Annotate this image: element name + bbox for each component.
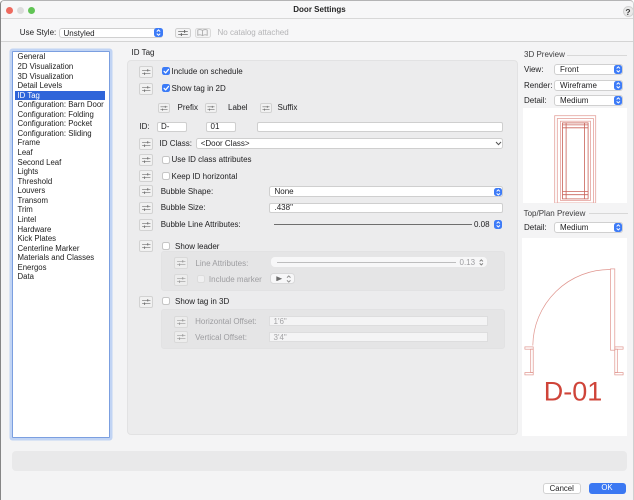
svg-text:D-01: D-01 — [544, 376, 603, 406]
